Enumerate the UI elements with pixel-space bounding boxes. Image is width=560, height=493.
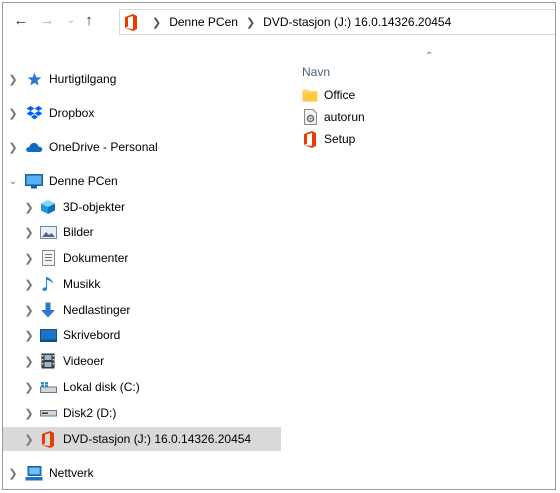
file-name: Setup xyxy=(324,132,356,146)
nav-item-downloads[interactable]: ❯ Nedlastinger xyxy=(3,298,281,322)
file-item-office[interactable]: Office xyxy=(302,85,355,105)
desktop-icon xyxy=(39,326,57,344)
nav-item-label: Nedlastinger xyxy=(63,303,131,317)
nav-item-music[interactable]: ❯ Musikk xyxy=(3,272,281,296)
breadcrumb-item[interactable]: DVD-stasjon (J:) 16.0.14326.20454 xyxy=(263,15,451,29)
explorer-window: ← → ⌄ ↑ ❯ Denne PCen ❯ DVD-stasjon (J:) … xyxy=(2,2,556,490)
sort-up-icon: ⌃ xyxy=(425,51,434,62)
music-icon xyxy=(39,275,57,293)
download-icon xyxy=(39,301,57,319)
folder-icon xyxy=(302,87,318,103)
nav-item-videos[interactable]: ❯ Videoer xyxy=(3,349,281,373)
chevron-right-icon[interactable]: ❯ xyxy=(23,407,35,420)
nav-item-label: Denne PCen xyxy=(49,174,118,188)
file-name: Office xyxy=(324,88,356,102)
chevron-right-icon[interactable]: ❯ xyxy=(23,433,35,446)
chevron-right-icon[interactable]: ❯ xyxy=(23,329,35,342)
office-icon xyxy=(124,13,138,31)
breadcrumb-separator: ❯ xyxy=(152,16,162,29)
breadcrumb-separator: ❯ xyxy=(245,16,256,29)
settings-file-icon xyxy=(302,109,318,125)
nav-item-label: Nettverk xyxy=(49,466,94,480)
chevron-right-icon[interactable]: ❯ xyxy=(23,381,35,394)
film-icon xyxy=(39,352,57,370)
nav-item-3d-objects[interactable]: ❯ 3D-objekter xyxy=(3,195,281,219)
up-arrow-icon[interactable]: ↑ xyxy=(79,11,99,31)
pictures-icon xyxy=(39,223,57,241)
dropbox-icon xyxy=(25,104,43,122)
forward-arrow-icon[interactable]: → xyxy=(37,11,57,31)
nav-item-documents[interactable]: ❯ Dokumenter xyxy=(3,246,281,270)
nav-item-label: Musikk xyxy=(63,277,101,291)
cloud-icon xyxy=(25,138,43,156)
nav-item-label: Hurtigtilgang xyxy=(49,72,117,86)
chevron-right-icon[interactable]: ❯ xyxy=(23,201,35,214)
address-bar-area: ← → ⌄ ↑ ❯ Denne PCen ❯ DVD-stasjon (J:) … xyxy=(3,3,555,41)
nav-item-pictures[interactable]: ❯ Bilder xyxy=(3,220,281,244)
address-box[interactable]: ❯ Denne PCen ❯ DVD-stasjon (J:) 16.0.143… xyxy=(119,9,555,35)
file-item-autorun[interactable]: autorun xyxy=(302,107,365,127)
nav-item-label: Disk2 (D:) xyxy=(63,406,117,420)
cube-icon xyxy=(39,198,57,216)
chevron-right-icon[interactable]: ❯ xyxy=(7,141,19,154)
chevron-right-icon[interactable]: ❯ xyxy=(23,278,35,291)
chevron-down-icon[interactable]: ⌄ xyxy=(61,11,81,31)
nav-item-disk2-d[interactable]: ❯ Disk2 (D:) xyxy=(3,401,281,425)
navigation-pane: ❯ Hurtigtilgang ❯ Dropbox ❯ OneDrive - P… xyxy=(3,41,281,489)
nav-item-label: 3D-objekter xyxy=(63,200,126,214)
nav-item-label: DVD-stasjon (J:) 16.0.14326.20454 xyxy=(63,432,252,446)
nav-item-quick-access[interactable]: ❯ Hurtigtilgang xyxy=(3,67,281,91)
file-list-pane: ⌃ Navn Office autorun Setup xyxy=(297,41,555,489)
nav-item-local-disk-c[interactable]: ❯ Lokal disk (C:) xyxy=(3,375,281,399)
column-header-label: Navn xyxy=(302,65,331,79)
drive-icon xyxy=(39,404,57,422)
document-icon xyxy=(39,249,57,267)
nav-item-network[interactable]: ❯ Nettverk xyxy=(3,461,281,485)
office-icon xyxy=(302,130,318,148)
nav-item-this-pc[interactable]: ⌄ Denne PCen xyxy=(3,169,281,193)
office-icon xyxy=(39,430,57,448)
chevron-right-icon[interactable]: ❯ xyxy=(7,107,19,120)
nav-item-dvd-drive-j[interactable]: ❯ DVD-stasjon (J:) 16.0.14326.20454 xyxy=(3,427,281,451)
nav-item-label: Videoer xyxy=(63,354,105,368)
file-item-setup[interactable]: Setup xyxy=(302,129,355,149)
back-arrow-icon[interactable]: ← xyxy=(11,11,31,31)
chevron-right-icon[interactable]: ❯ xyxy=(7,467,19,480)
nav-item-label: Dropbox xyxy=(49,106,95,120)
breadcrumb-item[interactable]: Denne PCen xyxy=(169,15,238,29)
chevron-right-icon[interactable]: ❯ xyxy=(23,355,35,368)
nav-item-label: Skrivebord xyxy=(63,328,121,342)
chevron-down-icon[interactable]: ⌄ xyxy=(7,176,19,187)
nav-item-label: Dokumenter xyxy=(63,251,129,265)
nav-item-label: Bilder xyxy=(63,225,94,239)
chevron-right-icon[interactable]: ❯ xyxy=(23,304,35,317)
star-icon xyxy=(25,70,43,88)
nav-item-desktop[interactable]: ❯ Skrivebord xyxy=(3,323,281,347)
column-header-name[interactable]: ⌃ Navn xyxy=(297,51,553,79)
computer-icon xyxy=(25,172,43,190)
nav-item-dropbox[interactable]: ❯ Dropbox xyxy=(3,101,281,125)
nav-item-label: OneDrive - Personal xyxy=(49,140,158,154)
nav-item-onedrive[interactable]: ❯ OneDrive - Personal xyxy=(3,135,281,159)
chevron-right-icon[interactable]: ❯ xyxy=(23,226,35,239)
drive-icon xyxy=(39,378,57,396)
chevron-right-icon[interactable]: ❯ xyxy=(23,252,35,265)
file-name: autorun xyxy=(324,110,365,124)
chevron-right-icon[interactable]: ❯ xyxy=(7,73,19,86)
nav-item-label: Lokal disk (C:) xyxy=(63,380,140,394)
network-icon xyxy=(25,464,43,482)
